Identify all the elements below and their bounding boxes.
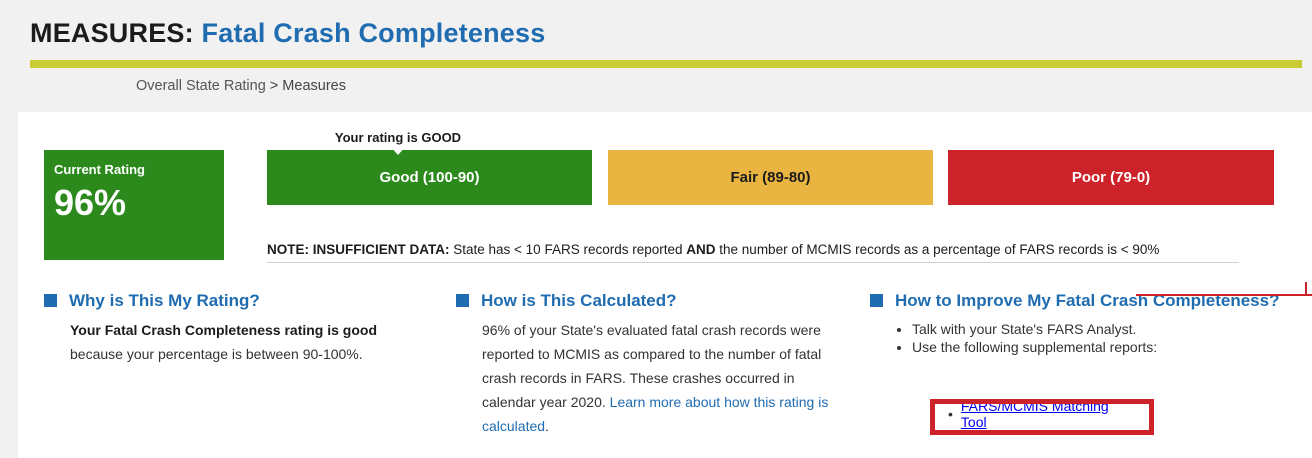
current-rating-label: Current Rating: [54, 162, 145, 177]
why-section: Why is This My Rating? Your Fatal Crash …: [44, 290, 404, 366]
fars-mcmis-matching-tool-link[interactable]: FARS/MCMIS Matching Tool: [961, 398, 1130, 430]
square-bullet-icon: [456, 294, 469, 307]
why-heading: Why is This My Rating?: [44, 290, 404, 312]
bullet-dot-icon: •: [948, 406, 953, 422]
how-heading: How is This Calculated?: [456, 290, 836, 312]
breadcrumb-current: Measures: [282, 78, 346, 94]
improve-list: Talk with your State's FARS Analyst. Use…: [896, 320, 1290, 356]
breadcrumb: Overall State Rating > Measures: [136, 78, 346, 94]
note-part2: the number of MCMIS records as a percent…: [719, 242, 1160, 257]
why-bold-text: Your Fatal Crash Completeness rating is …: [70, 322, 378, 338]
rating-pointer: [390, 146, 406, 155]
note-lead: NOTE: INSUFFICIENT DATA:: [267, 242, 450, 257]
how-heading-text: How is This Calculated?: [481, 291, 677, 310]
band-poor: Poor (79-0): [948, 150, 1274, 205]
page-title: MEASURES: Fatal Crash Completeness: [30, 18, 545, 49]
band-good: Good (100-90): [267, 150, 592, 205]
square-bullet-icon: [870, 294, 883, 307]
note-and: AND: [686, 242, 716, 257]
why-heading-text: Why is This My Rating?: [69, 291, 260, 310]
why-body: Your Fatal Crash Completeness rating is …: [70, 318, 404, 366]
how-body: 96% of your State's evaluated fatal cras…: [482, 318, 836, 438]
improve-item-analyst: Talk with your State's FARS Analyst.: [912, 320, 1290, 338]
how-after: .: [545, 418, 549, 434]
rating-panel: Current Rating 96% Your rating is GOOD G…: [18, 112, 1312, 458]
band-fair: Fair (89-80): [608, 150, 933, 205]
square-bullet-icon: [44, 294, 57, 307]
improve-item-reports: Use the following supplemental reports:: [912, 338, 1290, 356]
current-rating-value: 96%: [54, 182, 127, 223]
insufficient-data-note: NOTE: INSUFFICIENT DATA: State has < 10 …: [267, 242, 1239, 263]
title-rule: [30, 60, 1302, 68]
improve-section: How to Improve My Fatal Crash Completene…: [870, 290, 1290, 356]
page-title-prefix: MEASURES:: [30, 18, 194, 48]
callout-line-vertical: [1305, 282, 1307, 296]
breadcrumb-separator: >: [265, 78, 283, 94]
how-section: How is This Calculated? 96% of your Stat…: [456, 290, 836, 438]
why-text: because your percentage is between 90-10…: [70, 346, 363, 362]
callout-line: [1136, 294, 1312, 296]
note-part1: State has < 10 FARS records reported: [453, 242, 683, 257]
breadcrumb-overall-state-rating[interactable]: Overall State Rating: [136, 78, 266, 94]
rating-caption: Your rating is GOOD: [334, 130, 462, 145]
page-title-name: Fatal Crash Completeness: [201, 18, 546, 48]
current-rating-box: Current Rating 96%: [44, 150, 224, 260]
supplemental-report-item: • FARS/MCMIS Matching Tool: [930, 398, 1130, 430]
